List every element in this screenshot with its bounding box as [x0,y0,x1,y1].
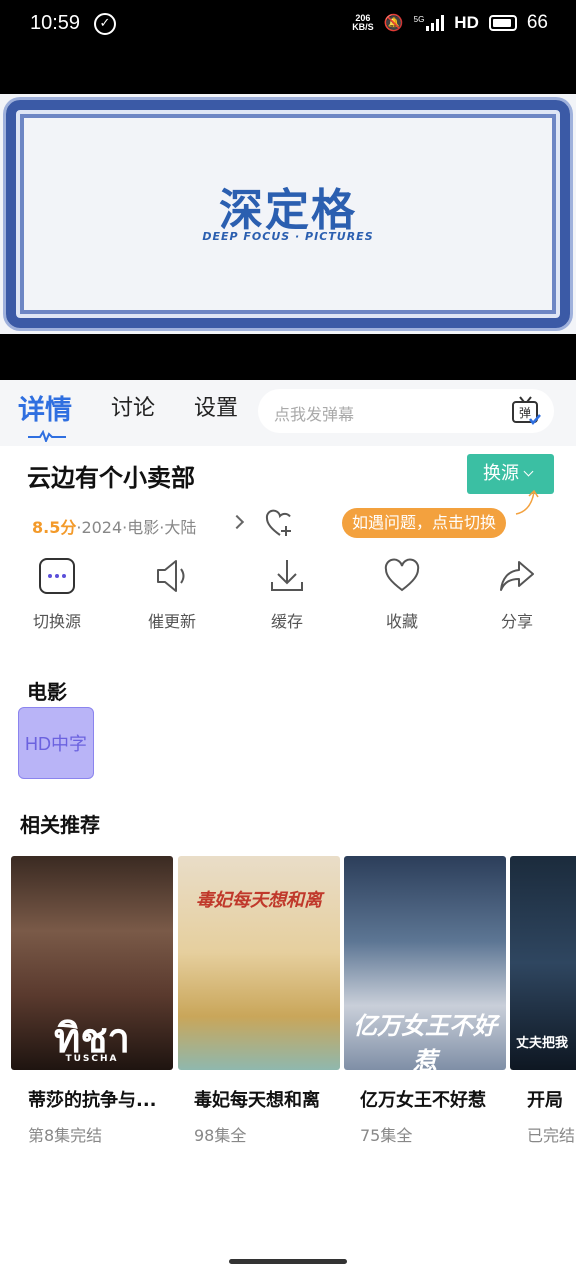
svg-text:弹: 弹 [519,406,531,420]
danmu-placeholder: 点我发弹幕 [274,405,355,424]
detail-tabs: 详情 讨论 设置 点我发弹幕 弹 [0,380,576,446]
recommend-item[interactable]: 毒妃每天想和离 [178,856,340,1070]
recommend-item-title[interactable]: 亿万女王不好惹 [360,1086,508,1112]
recommend-item[interactable]: ทิชา TUSCHA [11,856,173,1070]
poster-image: 亿万女王不好惹 [344,856,506,1070]
video-title: 云边有个小卖部 [27,464,195,492]
video-meta[interactable]: 8.5分·2024·电影·大陆 [32,514,196,538]
more-icon [39,558,75,594]
recommend-item[interactable]: 丈夫把我 [510,856,576,1070]
recommend-item-title[interactable]: 开局 [527,1086,576,1112]
recommend-item-status: 75集全 [360,1126,413,1145]
battery-icon [488,15,517,31]
switch-source-action[interactable]: 切换源 [7,556,107,632]
tab-details[interactable]: 详情 [18,388,72,427]
poster-image: 毒妃每天想和离 [178,856,340,1070]
recommend-item[interactable]: 亿万女王不好惹 [344,856,506,1070]
studio-logo-cn: 深定格 [219,185,357,236]
recommend-item-status: 第8集完结 [28,1126,103,1145]
home-indicator[interactable] [229,1259,347,1264]
heart-icon [384,558,420,592]
hd-indicator: HD [454,13,479,32]
share-action[interactable]: 分享 [467,556,567,632]
tab-settings[interactable]: 设置 [194,390,238,422]
tab-discussion[interactable]: 讨论 [111,390,155,422]
meta-info: ·2024·电影·大陆 [76,518,197,537]
active-tab-indicator [28,430,66,442]
episodes-section-title: 电影 [27,680,67,704]
battery-level: 66 [526,12,548,33]
mute-bell-icon: 🔕 [383,15,404,32]
poster-image: 丈夫把我 [510,856,576,1070]
status-bar: 10:59 ✓ 206 KB/S 🔕 5G HD 66 [0,0,576,50]
studio-logo-en: DEEP FOCUS · PICTURES [202,230,374,243]
danmu-tv-icon[interactable]: 弹 [510,395,542,427]
download-action[interactable]: 缓存 [237,556,337,632]
recommend-section-title: 相关推荐 [20,813,100,837]
net-speed: 206 KB/S [352,13,374,32]
curved-arrow-icon [515,489,539,515]
danmu-input[interactable]: 点我发弹幕 弹 [258,389,554,433]
favorite-action[interactable]: 收藏 [352,556,452,632]
recommend-item-status: 已完结 [527,1126,576,1145]
recommend-item-title[interactable]: 蒂莎的抗争与... [28,1086,176,1112]
check-circle-icon: ✓ [94,13,116,35]
heart-plus-icon[interactable] [264,508,296,540]
poster-image: ทิชา TUSCHA [11,856,173,1070]
video-frame: 深定格 DEEP FOCUS · PICTURES [0,94,576,334]
status-time: 10:59 [30,12,81,34]
recommend-item-status: 98集全 [194,1126,247,1145]
chevron-down-icon [523,466,534,477]
switch-tip-bubble[interactable]: 如遇问题，点击切换 [342,508,507,538]
speaker-icon [157,560,185,592]
request-update-action[interactable]: 催更新 [122,556,222,632]
episode-chip-selected[interactable]: HD中字 [18,707,94,779]
signal-icon: 5G [414,15,445,31]
recommend-item-title[interactable]: 毒妃每天想和离 [194,1086,342,1112]
action-row: 切换源 催更新 缓存 收藏 分享 [0,556,576,636]
video-player[interactable]: 深定格 DEEP FOCUS · PICTURES [0,50,576,380]
chevron-right-icon[interactable] [229,514,245,530]
rating-score: 8.5分 [32,518,77,537]
download-icon [271,560,303,591]
share-icon [500,561,534,591]
